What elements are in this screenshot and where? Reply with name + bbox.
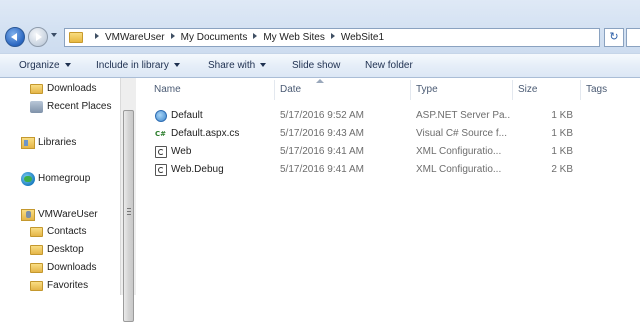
recent-pages-dropdown-icon[interactable] [51,33,57,37]
user-folder-icon [21,209,35,221]
new-folder-button[interactable]: New folder [365,54,413,78]
file-size: 1 KB [551,128,573,139]
table-row[interactable]: Web.Debug 5/17/2016 9:41 AM XML Configur… [137,161,640,179]
forward-button[interactable] [28,27,48,47]
address-field[interactable]: VMWareUser My Documents My Web Sites WebSit… [64,28,600,47]
breadcrumb-website1[interactable]: WebSite1 [341,32,384,43]
file-type: XML Configuratio... [416,146,502,157]
address-bar-area: VMWareUser My Documents My Web Sites WebSit… [0,0,640,53]
chevron-right-icon[interactable] [253,33,258,39]
breadcrumb-my-documents[interactable]: My Documents [181,32,248,43]
chevron-down-icon [173,63,180,68]
nav-item-label: Libraries [38,137,77,148]
file-name: Default [171,110,203,121]
file-name: Web [171,146,192,157]
grip-icon [127,208,131,215]
file-name: Web.Debug [171,164,224,175]
organize-label: Organize [19,60,60,71]
folder-icon [30,227,43,237]
organize-button[interactable]: Organize [19,54,71,78]
file-type: Visual C# Source f... [416,128,507,139]
breadcrumb-my-web-sites[interactable]: My Web Sites [263,32,325,43]
search-input[interactable] [626,28,640,47]
new-folder-label: New folder [365,60,413,71]
column-header-size[interactable]: Size [518,78,537,102]
table-row[interactable]: Default 5/17/2016 9:52 AM ASP.NET Server… [137,107,640,125]
config-file-icon [155,146,167,158]
column-divider[interactable] [410,80,411,100]
scrollbar-thumb[interactable] [123,110,134,322]
column-header-date[interactable]: Date [280,78,301,102]
column-header-name[interactable]: Name [154,78,181,102]
file-date: 5/17/2016 9:52 AM [280,110,364,121]
command-bar: Organize Include in library Share with S… [0,53,640,78]
share-with-label: Share with [208,60,256,71]
chevron-right-icon[interactable] [170,33,175,39]
folder-icon [30,263,43,273]
nav-item-label: Contacts [47,226,87,237]
folder-icon [30,281,43,291]
libraries-icon [21,137,35,149]
sort-arrow-icon [316,79,324,83]
breadcrumb-vmwareuser[interactable]: VMWareUser [105,32,165,43]
file-date: 5/17/2016 9:43 AM [280,128,364,139]
recent-places-icon [30,101,43,113]
breadcrumb: VMWareUser My Documents My Web Sites WebSit… [89,29,384,46]
nav-item-label: Desktop [47,244,84,255]
folder-icon [69,32,83,43]
nav-item-label: Favorites [47,280,89,291]
table-row[interactable]: Web 5/17/2016 9:41 AM XML Configuratio..… [137,143,640,161]
refresh-button[interactable]: ↻ [604,28,624,47]
nav-item-label: Downloads [47,262,97,273]
slide-show-button[interactable]: Slide show [292,54,340,78]
folder-icon [30,245,43,255]
column-header-type[interactable]: Type [416,78,438,102]
file-name: Default.aspx.cs [171,128,240,139]
column-divider[interactable] [580,80,581,100]
slide-show-label: Slide show [292,60,341,71]
file-list: Name Date Type Size Tags Default 5/17/20… [137,78,640,295]
include-in-library-label: Include in library [96,60,169,71]
file-size: 2 KB [551,164,573,175]
file-date: 5/17/2016 9:41 AM [280,146,364,157]
chevron-right-icon[interactable] [330,33,335,39]
chevron-right-icon[interactable] [95,33,99,39]
table-row[interactable]: C# Default.aspx.cs 5/17/2016 9:43 AM Vis… [137,125,640,143]
file-type: ASP.NET Server Pa... [416,110,510,121]
nav-item-label: VMWareUser [38,209,98,220]
nav-item-label: Homegroup [38,173,91,184]
config-file-icon [155,164,167,176]
file-type: XML Configuratio... [416,164,502,175]
column-header-tags[interactable]: Tags [586,78,607,102]
nav-item-label: Recent Places [47,101,112,112]
file-date: 5/17/2016 9:41 AM [280,164,364,175]
navigation-pane: Downloads Recent Places Libraries Homegr… [0,78,120,295]
nav-pane-scrollbar[interactable] [120,78,136,322]
homegroup-icon [21,172,35,186]
chevron-down-icon [64,63,71,68]
share-with-button[interactable]: Share with [208,54,267,78]
include-in-library-button[interactable]: Include in library [96,54,180,78]
csharp-file-icon: C# [155,130,167,138]
aspx-globe-icon [155,110,167,122]
file-size: 1 KB [551,110,573,121]
column-divider[interactable] [512,80,513,100]
nav-item-label: Downloads [47,83,97,94]
back-button[interactable] [5,27,25,47]
folder-icon [30,84,43,94]
column-divider[interactable] [274,80,275,100]
file-size: 1 KB [551,146,573,157]
chevron-down-icon [260,63,267,68]
